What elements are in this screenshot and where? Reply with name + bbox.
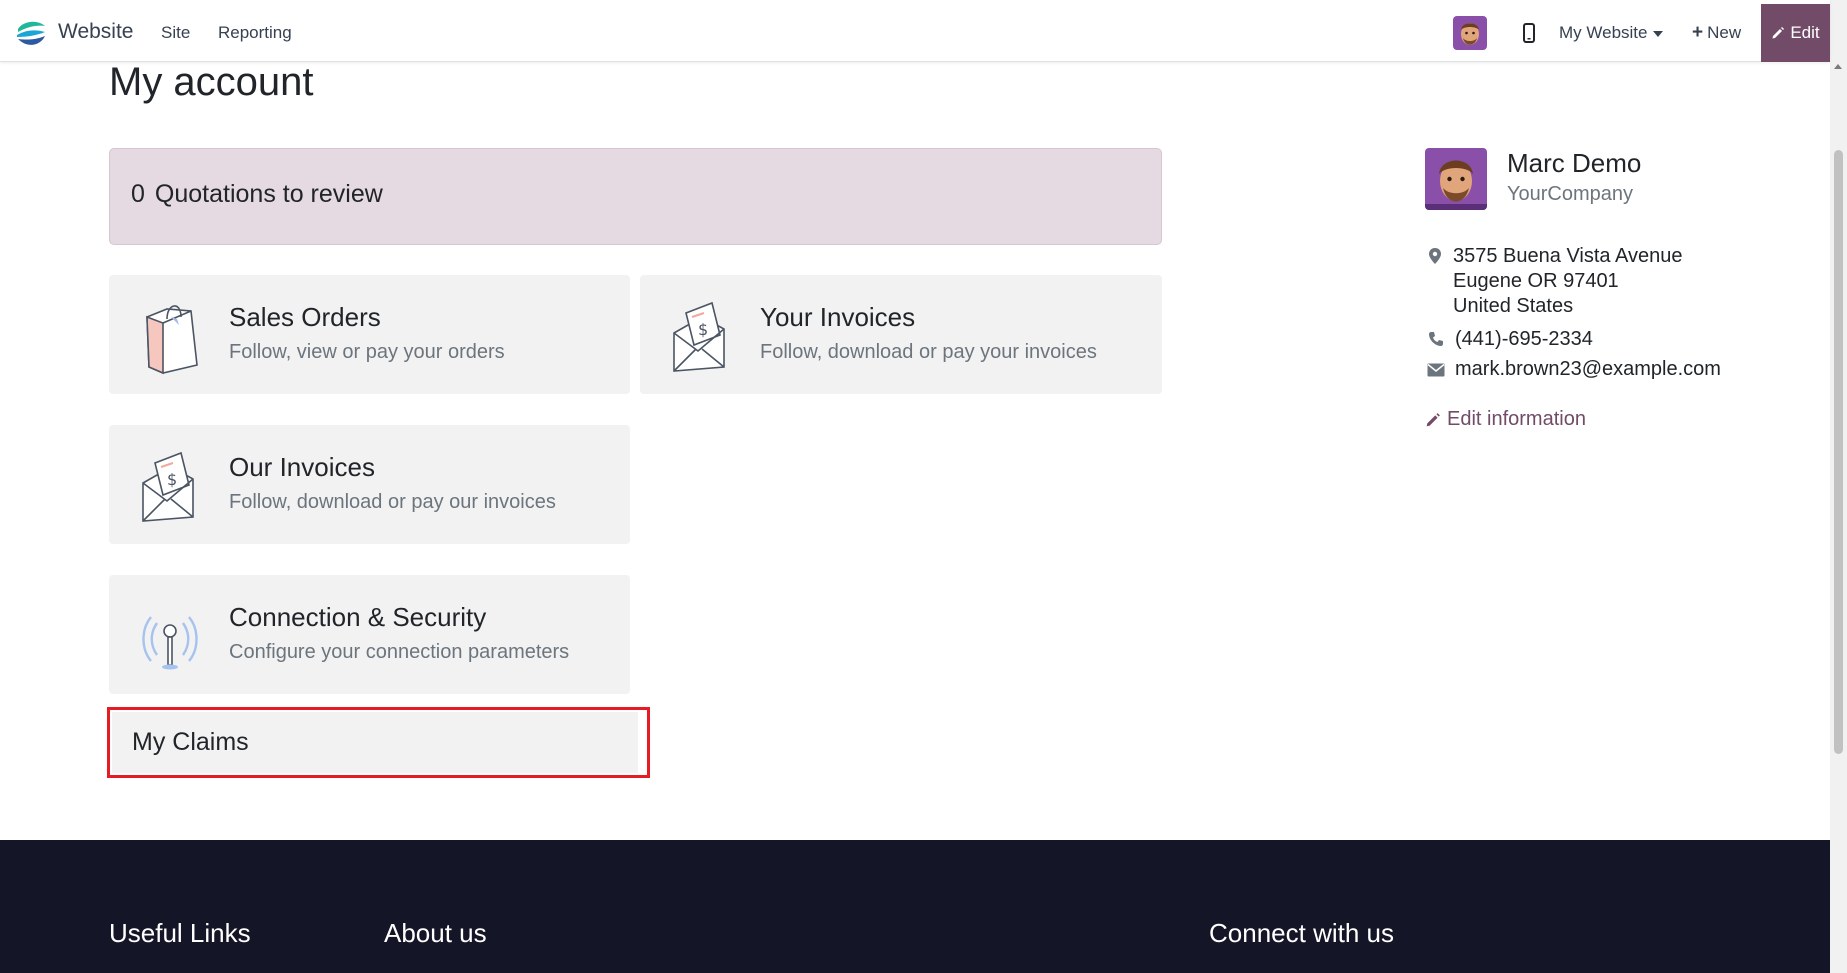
envelope-icon [1427,363,1445,377]
top-navbar: Website Site Reporting My Website + New E… [0,0,1830,62]
invoice-envelope-icon: $ [142,451,194,522]
vertical-scrollbar[interactable] [1830,0,1847,973]
website-selector-label: My Website [1559,23,1648,42]
caret-down-icon [1652,30,1663,37]
profile-company: YourCompany [1507,183,1634,205]
phone-icon [1429,332,1443,346]
address-line-3: United States [1453,295,1574,317]
edit-button[interactable]: Edit [1761,4,1830,62]
quotations-alert-text: 0 Quotations to review [131,180,383,209]
plus-icon: + [1692,22,1704,43]
antenna-signal-icon [142,616,198,670]
quotations-label: Quotations to review [154,180,383,208]
connection-security-title: Connection & Security [229,602,487,632]
sales-orders-desc: Follow, view or pay your orders [229,341,505,363]
website-selector-dropdown[interactable]: My Website [1559,23,1663,43]
connection-security-desc: Configure your connection parameters [229,641,570,663]
quotations-count: 0 [131,180,145,208]
address-line-2: Eugene OR 97401 [1453,270,1619,292]
app-brand[interactable]: Website [58,20,133,44]
your-invoices-card[interactable]: $ Your Invoices Follow, download or pay … [640,275,1162,394]
page-title: My account [109,60,314,104]
our-invoices-desc: Follow, download or pay our invoices [229,491,556,513]
map-marker-icon [1429,248,1441,264]
scroll-up-arrow-icon[interactable] [1834,64,1842,69]
profile-name: Marc Demo [1507,148,1642,178]
site-footer: Useful Links About us Connect with us [0,840,1830,973]
avatar-face-icon [1453,16,1487,50]
edit-button-label: Edit [1790,23,1820,42]
new-button[interactable]: + New [1692,22,1741,44]
my-claims-inner: My Claims [112,712,638,773]
profile-email: mark.brown23@example.com [1455,358,1721,380]
profile-avatar [1425,148,1487,210]
my-claims-card[interactable]: My Claims [107,707,650,778]
website-logo-icon[interactable] [14,16,48,50]
our-invoices-title: Our Invoices [229,452,375,482]
svg-text:$: $ [698,320,708,339]
pencil-icon [1426,412,1440,426]
new-button-label: New [1707,23,1742,42]
quotations-to-review-alert[interactable]: 0 Quotations to review [109,148,1162,245]
edit-information-link[interactable]: Edit information [1425,408,1586,431]
svg-text:$: $ [167,470,177,489]
footer-useful-links-heading: Useful Links [109,918,251,948]
sales-orders-title: Sales Orders [229,302,381,332]
your-invoices-desc: Follow, download or pay your invoices [760,341,1097,363]
nav-site[interactable]: Site [161,23,190,43]
user-avatar[interactable] [1453,16,1487,50]
profile-phone: (441)-695-2334 [1455,328,1593,350]
footer-about-us-heading: About us [384,918,487,948]
edit-information-label: Edit information [1447,408,1586,430]
invoice-envelope-icon: $ [673,301,725,372]
address-line-1: 3575 Buena Vista Avenue [1453,245,1683,267]
mobile-preview-icon[interactable] [1518,22,1540,44]
profile-address: 3575 Buena Vista Avenue Eugene OR 97401 … [1453,244,1682,319]
my-claims-title: My Claims [132,728,249,756]
nav-reporting[interactable]: Reporting [218,23,292,43]
sales-orders-card[interactable]: Sales Orders Follow, view or pay your or… [109,275,630,394]
pencil-icon [1772,27,1785,39]
shopping-bag-icon [146,305,198,375]
scrollbar-thumb[interactable] [1834,150,1843,754]
connection-security-card[interactable]: Connection & Security Configure your con… [109,575,630,694]
your-invoices-title: Your Invoices [760,302,916,332]
footer-connect-heading: Connect with us [1209,918,1394,948]
avatar-face-icon [1425,148,1487,210]
our-invoices-card[interactable]: $ Our Invoices Follow, download or pay o… [109,425,630,544]
